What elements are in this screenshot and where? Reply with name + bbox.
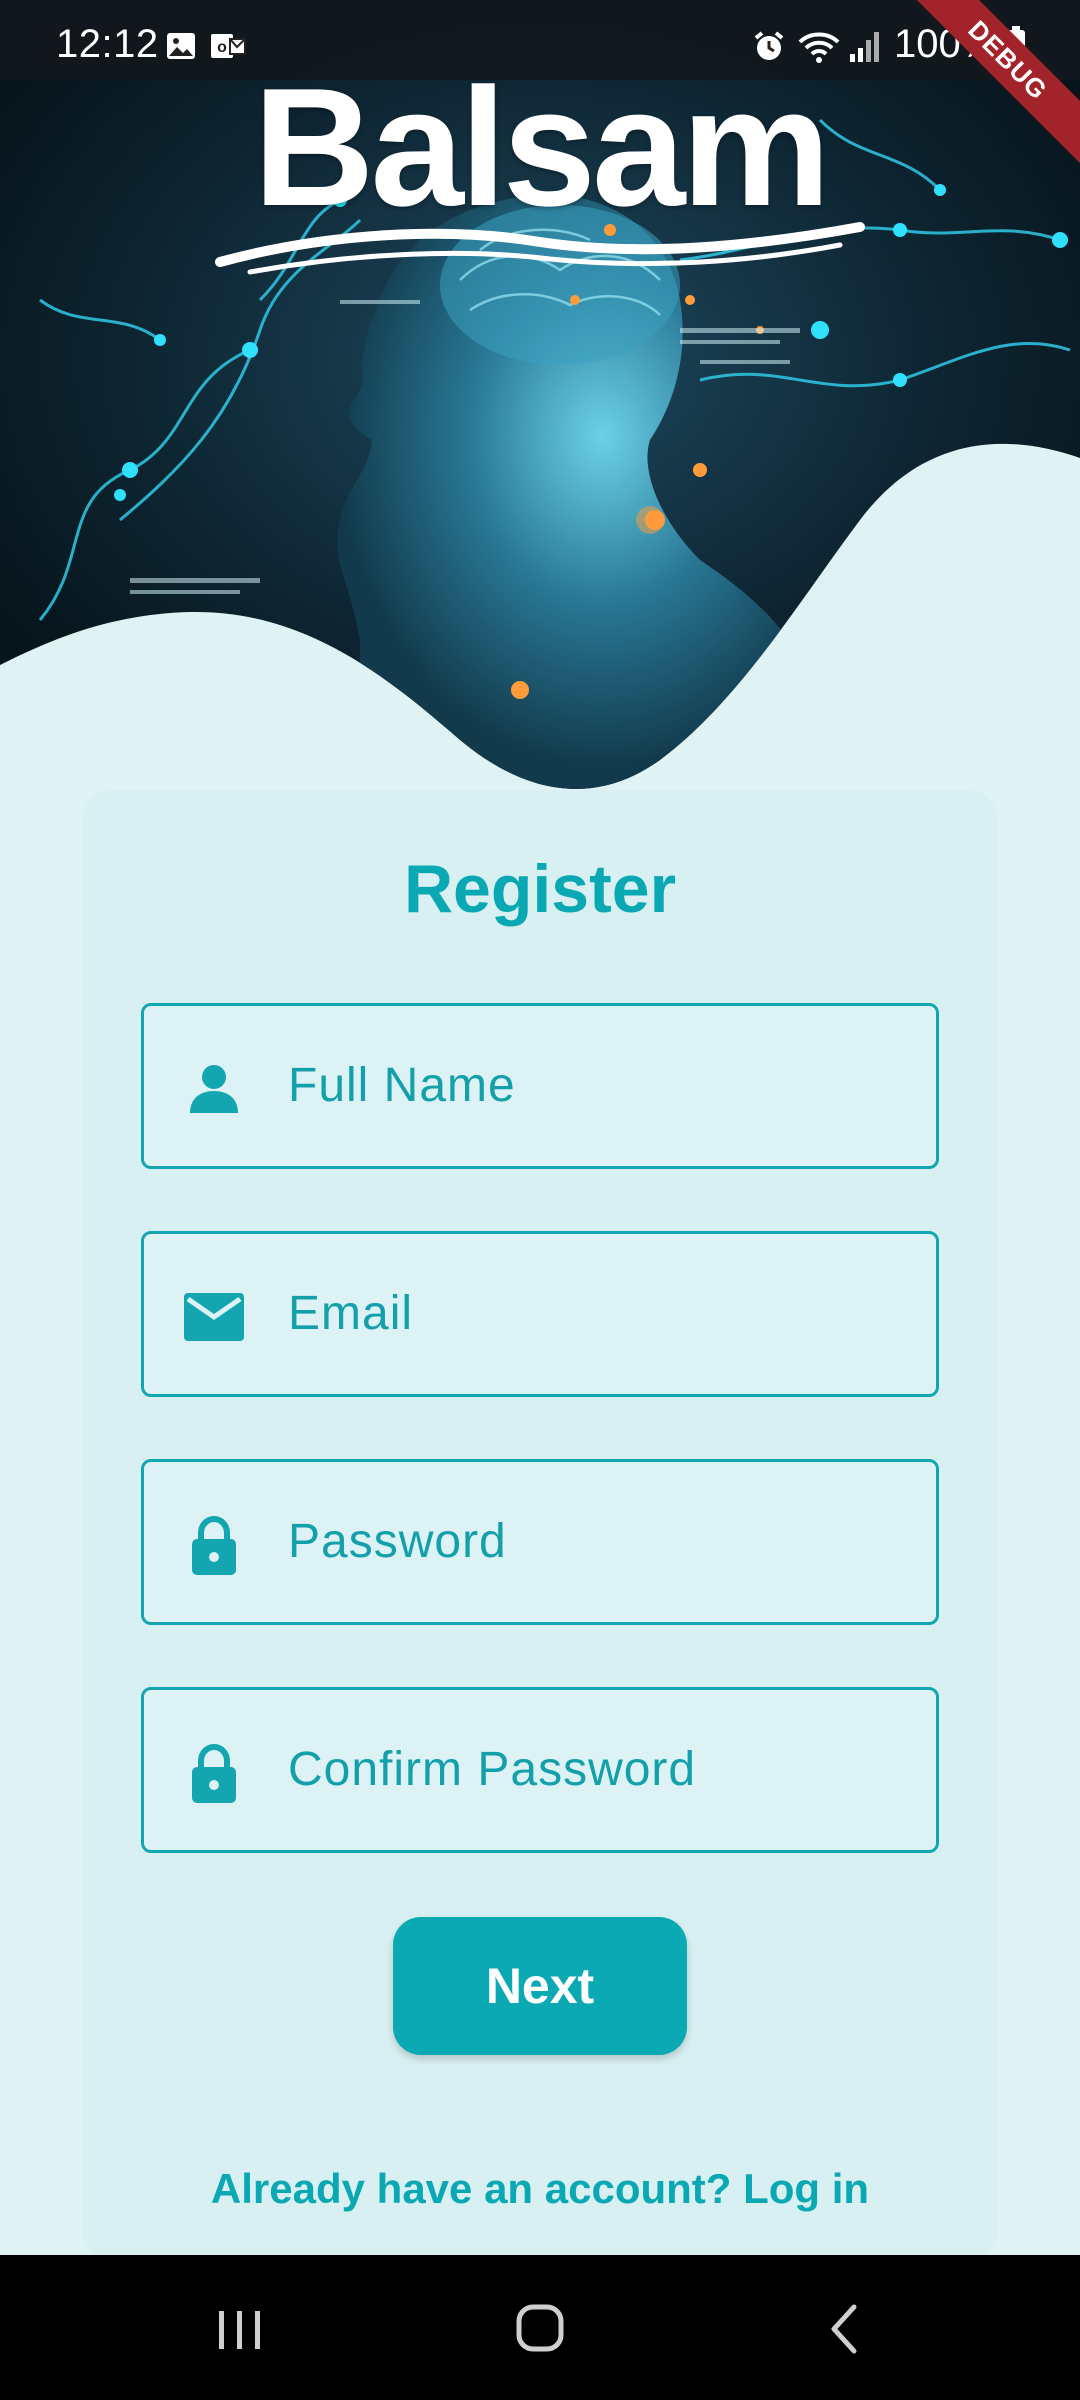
person-icon	[190, 1065, 238, 1113]
confirm-password-field[interactable]: Confirm Password	[141, 1687, 939, 1853]
gallery-icon	[167, 33, 195, 59]
email-field[interactable]: Email	[141, 1231, 939, 1397]
alarm-icon	[754, 31, 784, 60]
wifi-icon	[798, 32, 840, 63]
navigation-bar	[0, 2255, 1080, 2400]
full-name-field[interactable]: Full Name	[141, 1003, 939, 1169]
register-title: Register	[403, 851, 677, 927]
status-bar: 12:12 o 100%	[0, 0, 1080, 80]
lock-icon	[192, 1743, 236, 1803]
recent-apps-icon[interactable]	[205, 2297, 275, 2361]
svg-text:o: o	[217, 39, 227, 56]
status-time: 12:12	[56, 22, 159, 66]
mail-icon	[184, 1293, 244, 1341]
full-name-placeholder: Full Name	[288, 1059, 516, 1112]
balsam-logo: Balsam	[210, 53, 870, 275]
signal-icon	[850, 32, 879, 62]
back-icon[interactable]	[810, 2297, 880, 2361]
lock-icon	[192, 1515, 236, 1575]
logo-wave	[215, 222, 865, 275]
email-placeholder: Email	[288, 1287, 414, 1340]
home-icon[interactable]	[505, 2297, 575, 2361]
next-button[interactable]: Next	[393, 1917, 687, 2055]
password-placeholder: Password	[288, 1515, 507, 1568]
confirm-password-placeholder: Confirm Password	[288, 1743, 697, 1796]
outlook-icon: o	[211, 34, 246, 58]
password-field[interactable]: Password	[141, 1459, 939, 1625]
login-link[interactable]: Already have an account? Log in	[0, 2165, 1080, 2213]
logo-text: Balsam	[253, 53, 831, 241]
